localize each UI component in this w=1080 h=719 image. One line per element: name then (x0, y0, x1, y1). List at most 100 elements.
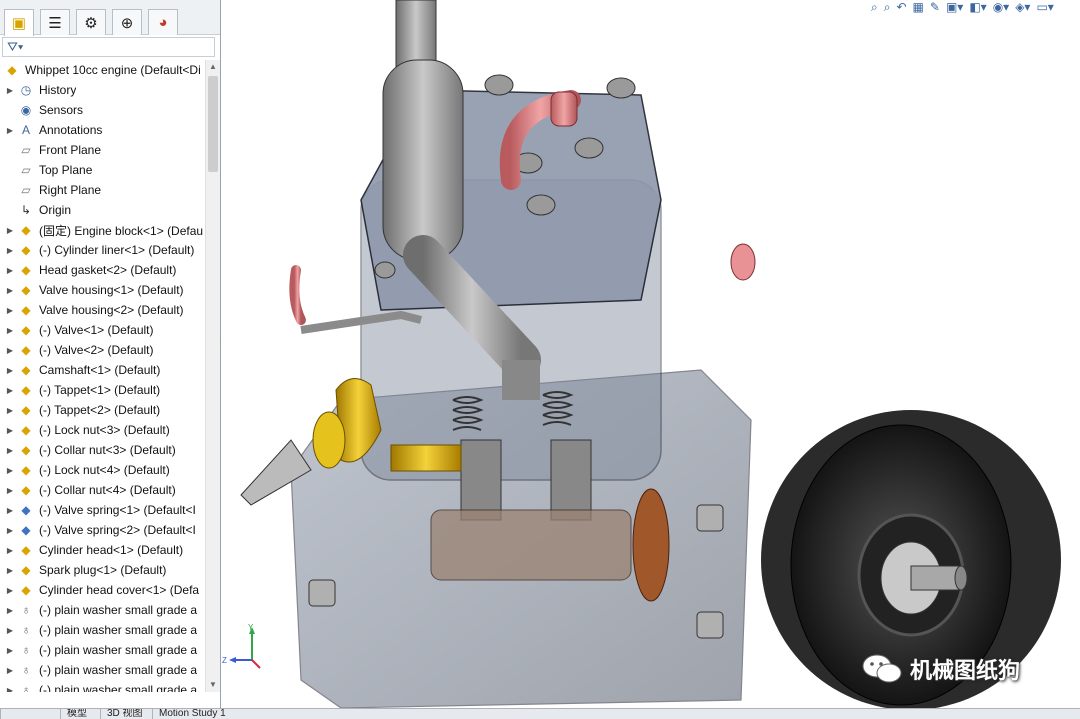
part-icon: ◆ (21, 423, 31, 437)
expand-arrow-icon[interactable]: ▶ (6, 306, 14, 315)
tree-item[interactable]: ▶ ◆ Cylinder head cover<1> (Defa (0, 580, 205, 600)
part-icon: ◆ (21, 543, 31, 557)
expand-arrow-icon[interactable]: ▶ (6, 286, 14, 295)
expand-arrow-icon[interactable]: ▶ (6, 466, 14, 475)
part-icon: ◆ (21, 363, 31, 377)
triad-z-label: Z (222, 656, 227, 665)
expand-arrow-icon[interactable]: ▶ (6, 606, 14, 615)
apply-scene-icon[interactable]: ▭▾ (1036, 0, 1053, 14)
tree-item[interactable]: ◉ Sensors (0, 100, 205, 120)
tree-item[interactable]: ▶ ◆ (-) Cylinder liner<1> (Default) (0, 240, 205, 260)
part-icon: ◆ (21, 403, 31, 417)
expand-arrow-icon[interactable]: ▶ (6, 326, 14, 335)
dynamic-annotation-icon[interactable]: ✎ (930, 0, 940, 14)
tree-item[interactable]: ▶ ◆ (-) Lock nut<3> (Default) (0, 420, 205, 440)
expand-arrow-icon[interactable]: ▶ (6, 366, 14, 375)
tree-item[interactable]: ▶ ◆ Camshaft<1> (Default) (0, 360, 205, 380)
tree-item[interactable]: ▶ ♁ (-) plain washer small grade a (0, 600, 205, 620)
hide-show-icon[interactable]: ◉▾ (993, 0, 1010, 14)
expand-arrow-icon[interactable]: ▶ (6, 566, 14, 575)
heads-up-toolbar: ⌕ ⌕ ↶ ▦ ✎ ▣▾ ◧▾ ◉▾ ◈▾ ▭▾ (871, 0, 1054, 14)
expand-arrow-icon[interactable]: ▶ (6, 386, 14, 395)
watermark: 机械图纸狗 (862, 653, 1020, 685)
tree-item[interactable]: ▶ A Annotations (0, 120, 205, 140)
tree-item[interactable]: ▶ ◆ Spark plug<1> (Default) (0, 560, 205, 580)
expand-arrow-icon[interactable]: ▶ (6, 266, 14, 275)
tree-item[interactable]: ▶ ◆ (固定) Engine block<1> (Defau (0, 220, 205, 240)
display-manager-icon[interactable]: ◕ (148, 9, 178, 35)
expand-arrow-icon[interactable]: ▶ (6, 586, 14, 595)
expand-arrow-icon[interactable]: ▶ (6, 126, 14, 135)
edit-appearance-icon[interactable]: ◈▾ (1015, 0, 1030, 14)
tree-item[interactable]: ▶ ♁ (-) plain washer small grade a (0, 620, 205, 640)
tree-item[interactable]: ▱ Front Plane (0, 140, 205, 160)
tree-item[interactable]: ▱ Top Plane (0, 160, 205, 180)
sensors-icon: ◉ (20, 103, 32, 117)
tree-item-label: (-) Cylinder liner<1> (Default) (39, 243, 195, 257)
tree-item[interactable]: ▶ ♁ (-) plain washer small grade a (0, 660, 205, 680)
expand-arrow-icon[interactable]: ▶ (6, 486, 14, 495)
tree-item[interactable]: ▱ Right Plane (0, 180, 205, 200)
tree-item[interactable]: ▶ ◆ Valve housing<2> (Default) (0, 300, 205, 320)
expand-arrow-icon[interactable]: ▶ (6, 86, 14, 95)
expand-arrow-icon[interactable]: ▶ (6, 626, 14, 635)
tree-item[interactable]: ▶ ◆ (-) Tappet<1> (Default) (0, 380, 205, 400)
tree-item[interactable]: ▶ ♁ (-) plain washer small grade a (0, 640, 205, 660)
tree-item-label: (固定) Engine block<1> (Defau (39, 223, 204, 238)
tree-item-label: (-) plain washer small grade a (39, 683, 198, 692)
tree-item-label: Origin (39, 203, 72, 217)
tree-item[interactable]: ▶ ◆ (-) Collar nut<4> (Default) (0, 480, 205, 500)
tree-item[interactable]: ▶ ◆ (-) Valve spring<1> (Default<I (0, 500, 205, 520)
feature-manager-icon[interactable]: ▣ (4, 9, 34, 36)
toolbox-part-icon: ♁ (21, 623, 31, 637)
expand-arrow-icon[interactable]: ▶ (6, 546, 14, 555)
tree-item[interactable]: ▶ ◆ Cylinder head<1> (Default) (0, 540, 205, 560)
graphics-area[interactable]: ⌕ ⌕ ↶ ▦ ✎ ▣▾ ◧▾ ◉▾ ◈▾ ▭▾ Y Z (221, 0, 1080, 708)
tree-item[interactable]: ▶ ◆ (-) Valve spring<2> (Default<I (0, 520, 205, 540)
tree-item[interactable]: ▶ ◆ Head gasket<2> (Default) (0, 260, 205, 280)
tree-item-label: (-) Valve spring<2> (Default<I (39, 523, 196, 537)
expand-arrow-icon[interactable]: ▶ (6, 346, 14, 355)
expand-arrow-icon[interactable]: ▶ (6, 246, 14, 255)
dim-xpert-icon[interactable]: ⊕ (112, 9, 142, 35)
configuration-manager-icon[interactable]: ⚙ (76, 9, 106, 35)
property-manager-icon[interactable]: ☰ (40, 9, 70, 35)
zoom-area-icon[interactable]: ⌕ (884, 0, 891, 14)
expand-arrow-icon[interactable]: ▶ (6, 506, 14, 515)
tree-item[interactable]: ▶ ◆ (-) Lock nut<4> (Default) (0, 460, 205, 480)
previous-view-icon[interactable]: ↶ (896, 0, 906, 14)
engine-model[interactable] (221, 0, 1080, 708)
tree-item[interactable]: ▶ ◆ (-) Valve<2> (Default) (0, 340, 205, 360)
expand-arrow-icon[interactable]: ▶ (6, 666, 14, 675)
view-orientation-icon[interactable]: ▣▾ (946, 0, 963, 14)
expand-arrow-icon[interactable]: ▶ (6, 446, 14, 455)
tree-item[interactable]: ▶ ◆ (-) Valve<1> (Default) (0, 320, 205, 340)
part-icon: ◆ (21, 483, 31, 497)
scroll-thumb[interactable] (208, 76, 218, 172)
expand-arrow-icon[interactable]: ▶ (6, 406, 14, 415)
expand-arrow-icon[interactable]: ▶ (6, 226, 14, 235)
tree-item[interactable]: ▶ ◷ History (0, 80, 205, 100)
tree-item[interactable]: ▶ ♁ (-) plain washer small grade a (0, 680, 205, 692)
expand-arrow-icon[interactable]: ▶ (6, 686, 14, 693)
tree-item[interactable]: ▶ ◆ (-) Tappet<2> (Default) (0, 400, 205, 420)
tree-root[interactable]: ◆ Whippet 10cc engine (Default<Di (0, 60, 205, 80)
tree-item[interactable]: ▶ ◆ (-) Collar nut<3> (Default) (0, 440, 205, 460)
feature-tree: ◆ Whippet 10cc engine (Default<Di ▶ ◷ Hist… (0, 60, 205, 692)
tree-item[interactable]: ↳ Origin (0, 200, 205, 220)
tree-item[interactable]: ▶ ◆ Valve housing<1> (Default) (0, 280, 205, 300)
expand-arrow-icon[interactable]: ▶ (6, 646, 14, 655)
tree-item-label: (-) Valve<1> (Default) (39, 323, 154, 337)
section-view-icon[interactable]: ▦ (913, 0, 924, 14)
zoom-to-fit-icon[interactable]: ⌕ (871, 0, 878, 14)
scroll-up-icon[interactable]: ▲ (209, 62, 217, 71)
filter-bar[interactable]: ⛛▾ (2, 37, 215, 57)
expand-arrow-icon[interactable]: ▶ (6, 526, 14, 535)
tree-scrollbar[interactable]: ▲ ▼ (205, 60, 220, 692)
tree-root-label: Whippet 10cc engine (Default<Di (25, 63, 201, 77)
display-style-icon[interactable]: ◧▾ (969, 0, 986, 14)
scroll-down-icon[interactable]: ▼ (209, 680, 217, 689)
feature-manager-panel: ▣ ☰ ⚙ ⊕ ◕ ⛛▾ ◆ Whippet 10cc engine (Default<… (0, 0, 221, 708)
filter-icon[interactable]: ⛛▾ (7, 39, 23, 55)
expand-arrow-icon[interactable]: ▶ (6, 426, 14, 435)
